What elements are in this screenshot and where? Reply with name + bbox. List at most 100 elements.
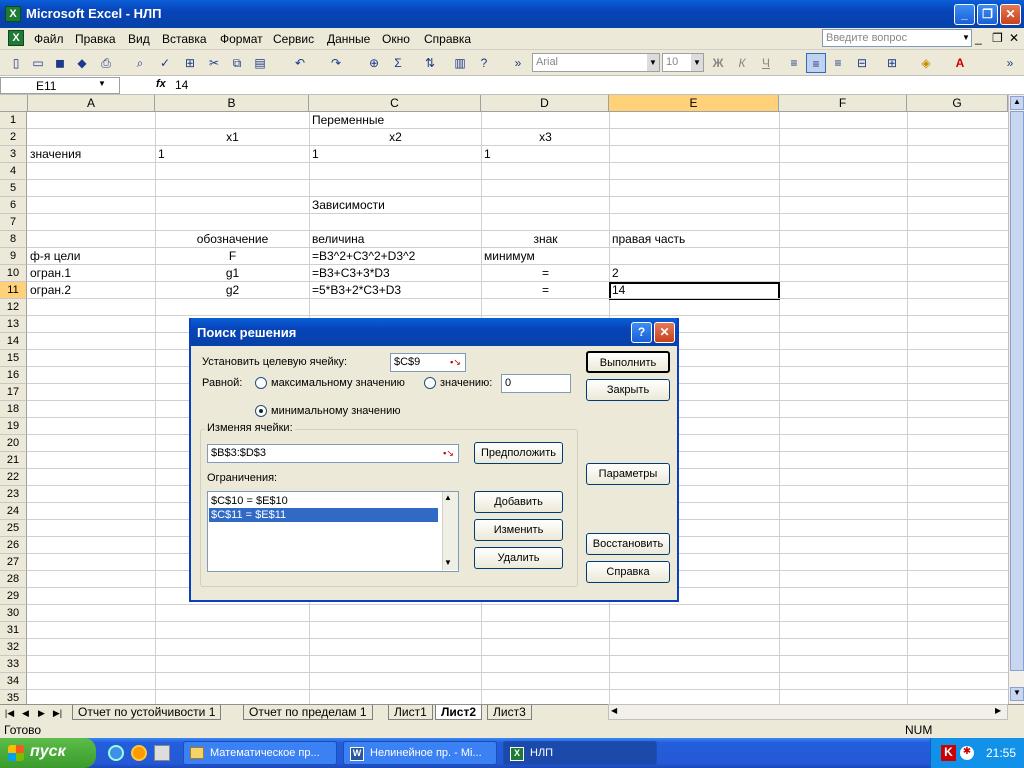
row-header[interactable]: 4 bbox=[0, 163, 27, 180]
help-search-input[interactable]: Введите вопрос bbox=[822, 29, 972, 47]
cell-a10[interactable]: огран.1 bbox=[28, 265, 73, 282]
cell-a3[interactable]: значения bbox=[28, 146, 83, 163]
cell-b9[interactable]: F bbox=[156, 248, 309, 265]
target-cell-input[interactable]: $C$9 ▪↘ bbox=[390, 353, 466, 372]
cell-c10[interactable]: =B3+C3+3*D3 bbox=[310, 265, 392, 282]
permission-icon[interactable]: ◆ bbox=[72, 53, 92, 73]
scroll-right-icon[interactable]: ▶ bbox=[995, 706, 1001, 715]
menu-tools[interactable]: Сервис bbox=[273, 32, 314, 46]
print-icon[interactable]: ⎙ bbox=[96, 53, 116, 73]
font-combo[interactable]: Arial ▼ bbox=[532, 53, 660, 72]
row-header[interactable]: 29 bbox=[0, 588, 27, 605]
close-button[interactable]: Закрыть bbox=[586, 379, 670, 401]
help-button[interactable]: Справка bbox=[586, 561, 670, 583]
scroll-up-icon[interactable]: ▲ bbox=[1010, 96, 1024, 110]
cell-c3[interactable]: 1 bbox=[310, 146, 321, 163]
tab-sheet2[interactable]: Лист2 bbox=[435, 705, 483, 720]
row-header[interactable]: 18 bbox=[0, 401, 27, 418]
guess-button[interactable]: Предположить bbox=[474, 442, 563, 464]
doc-restore-button[interactable]: ❐ bbox=[992, 31, 1003, 45]
row-header[interactable]: 21 bbox=[0, 452, 27, 469]
scroll-left-icon[interactable]: ◀ bbox=[611, 706, 617, 715]
scroll-down-icon[interactable]: ▼ bbox=[1010, 687, 1024, 701]
add-button[interactable]: Добавить bbox=[474, 491, 563, 513]
fx-icon[interactable]: fx bbox=[156, 78, 166, 90]
col-header-a[interactable]: A bbox=[28, 95, 155, 112]
col-header-f[interactable]: F bbox=[779, 95, 907, 112]
cell-c2[interactable]: x2 bbox=[310, 129, 481, 146]
formula-input[interactable]: 14 bbox=[175, 78, 188, 92]
align-right-icon[interactable]: ≡ bbox=[828, 53, 848, 73]
change-button[interactable]: Изменить bbox=[474, 519, 563, 541]
first-sheet-icon[interactable]: |◀ bbox=[4, 706, 15, 720]
tab-sheet3[interactable]: Лист3 bbox=[487, 705, 532, 720]
autosum-icon[interactable]: Σ bbox=[388, 53, 408, 73]
row-header[interactable]: 24 bbox=[0, 503, 27, 520]
row-header[interactable]: 1 bbox=[0, 112, 27, 129]
vertical-scrollbar[interactable]: ▲ ▼ bbox=[1008, 95, 1024, 704]
cut-icon[interactable]: ✂ bbox=[204, 53, 224, 73]
cell-d2[interactable]: x3 bbox=[482, 129, 609, 146]
chart-wizard-icon[interactable]: ▥ bbox=[450, 53, 470, 73]
row-header[interactable]: 8 bbox=[0, 231, 27, 248]
menu-file[interactable]: Файл bbox=[34, 32, 64, 46]
minimize-button[interactable]: _ bbox=[954, 4, 975, 25]
print-preview-icon[interactable]: ⌕ bbox=[130, 53, 150, 73]
start-button[interactable]: пуск bbox=[0, 738, 96, 768]
chevron-down-icon[interactable]: ▼ bbox=[647, 54, 659, 71]
more-options-icon[interactable]: » bbox=[1000, 53, 1020, 73]
undo-icon[interactable]: ↶ bbox=[290, 53, 310, 73]
row-header[interactable]: 16 bbox=[0, 367, 27, 384]
row-header[interactable]: 13 bbox=[0, 316, 27, 333]
help-icon[interactable]: ? bbox=[474, 53, 494, 73]
italic-button[interactable]: К bbox=[732, 53, 752, 73]
save-icon[interactable]: ◼ bbox=[50, 53, 70, 73]
media-player-icon[interactable] bbox=[131, 745, 147, 761]
menu-window[interactable]: Окно bbox=[382, 32, 410, 46]
cell-e8[interactable]: правая часть bbox=[610, 231, 687, 248]
ie-icon[interactable] bbox=[108, 745, 124, 761]
cell-a11[interactable]: огран.2 bbox=[28, 282, 73, 299]
row-header[interactable]: 31 bbox=[0, 622, 27, 639]
row-header[interactable]: 3 bbox=[0, 146, 27, 163]
hyperlink-icon[interactable]: ⊕ bbox=[364, 53, 384, 73]
dialog-close-icon[interactable]: ✕ bbox=[654, 322, 675, 343]
task-excel[interactable]: X НЛП bbox=[503, 741, 657, 765]
row-header[interactable]: 25 bbox=[0, 520, 27, 537]
row-header[interactable]: 26 bbox=[0, 537, 27, 554]
desktop-icon[interactable] bbox=[154, 745, 170, 761]
cell-d3[interactable]: 1 bbox=[482, 146, 493, 163]
radio-min[interactable] bbox=[255, 405, 267, 417]
row-header[interactable]: 10 bbox=[0, 265, 27, 282]
constraint-item[interactable]: $C$11 = $E$11 bbox=[209, 508, 438, 522]
row-header[interactable]: 14 bbox=[0, 333, 27, 350]
row-header[interactable]: 15 bbox=[0, 350, 27, 367]
cell-c1[interactable]: Переменные bbox=[310, 112, 386, 129]
range-picker-icon[interactable]: ▪↘ bbox=[440, 446, 457, 461]
scroll-up-icon[interactable]: ▲ bbox=[444, 493, 452, 502]
row-header[interactable]: 5 bbox=[0, 180, 27, 197]
cell-d8[interactable]: знак bbox=[482, 231, 609, 248]
cell-b2[interactable]: x1 bbox=[156, 129, 309, 146]
constraints-scrollbar[interactable]: ▲ ▼ bbox=[442, 492, 458, 570]
row-header[interactable]: 33 bbox=[0, 656, 27, 673]
range-picker-icon[interactable]: ▪↘ bbox=[447, 355, 464, 370]
solve-button[interactable]: Выполнить bbox=[586, 351, 670, 373]
cell-b3[interactable]: 1 bbox=[156, 146, 167, 163]
merge-icon[interactable]: ⊟ bbox=[852, 53, 872, 73]
radio-value[interactable] bbox=[424, 377, 436, 389]
constraints-list[interactable]: $C$10 = $E$10 $C$11 = $E$11 ▲ ▼ bbox=[207, 491, 459, 572]
tab-stability-report[interactable]: Отчет по устойчивости 1 bbox=[72, 705, 222, 720]
col-header-g[interactable]: G bbox=[907, 95, 1008, 112]
cell-e10[interactable]: 2 bbox=[610, 265, 621, 282]
cell-b8[interactable]: обозначение bbox=[156, 231, 309, 248]
security-icon[interactable]: ✱ bbox=[960, 746, 974, 760]
task-math[interactable]: Математическое пр... bbox=[183, 741, 337, 765]
row-header[interactable]: 35 bbox=[0, 690, 27, 704]
row-header[interactable]: 32 bbox=[0, 639, 27, 656]
borders-icon[interactable]: ⊞ bbox=[882, 53, 902, 73]
cell-c11[interactable]: =5*B3+2*C3+D3 bbox=[310, 282, 403, 299]
radio-max[interactable] bbox=[255, 377, 267, 389]
row-header[interactable]: 23 bbox=[0, 486, 27, 503]
scroll-thumb[interactable] bbox=[1010, 111, 1024, 671]
